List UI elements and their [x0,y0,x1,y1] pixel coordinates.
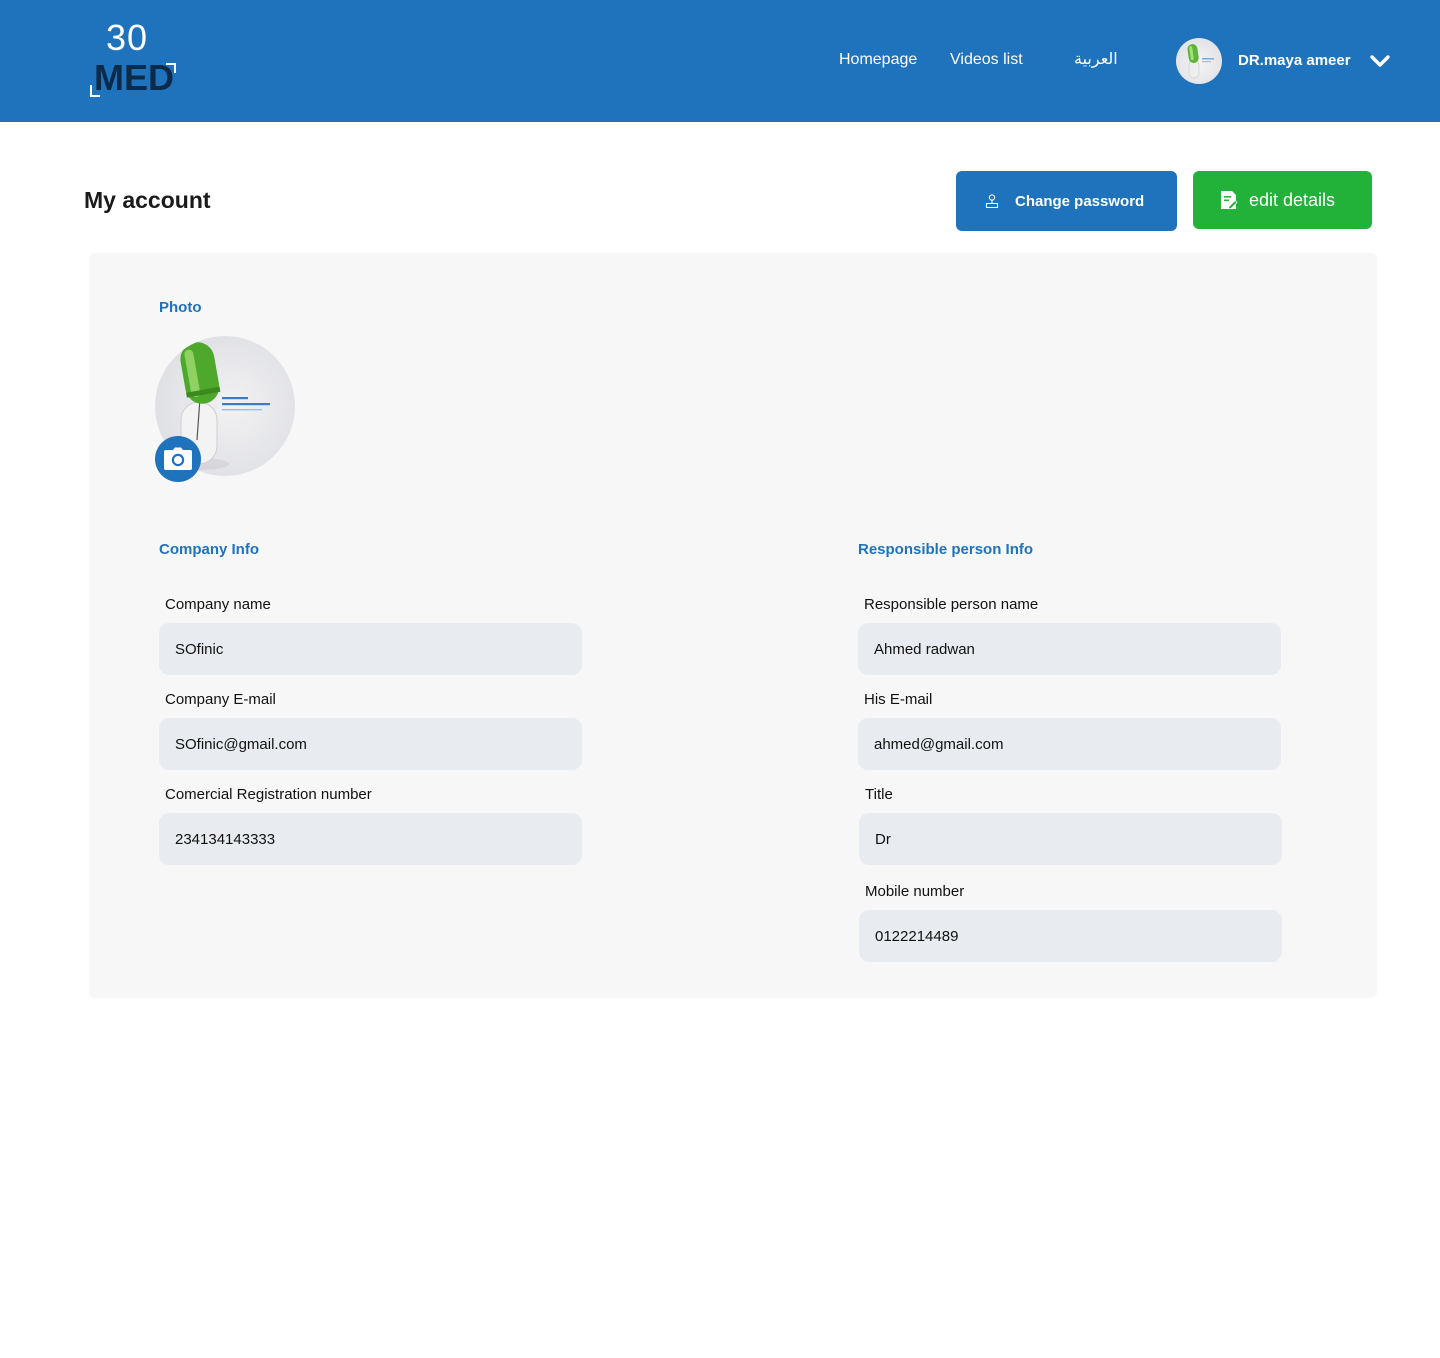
company-info-title: Company Info [159,541,259,558]
logo-number: 30 [106,17,149,58]
edit-document-icon [1221,191,1238,210]
person-name-field[interactable] [858,623,1281,675]
key-icon [985,194,999,209]
user-avatar[interactable] [1176,38,1222,84]
person-email-label: His E-mail [864,691,933,708]
mobile-number-label: Mobile number [865,883,965,900]
chevron-down-icon[interactable] [1369,50,1391,72]
nav-homepage-link[interactable]: Homepage [839,50,917,70]
user-name[interactable]: DR.maya ameer [1238,51,1351,71]
edit-details-label: edit details [1249,189,1336,210]
logo-corner-decoration [166,63,176,73]
top-navbar: 30 MED Homepage Videos list العربية DR.m… [0,0,1440,122]
capsule-image-icon [1187,44,1214,79]
mobile-number-field[interactable] [859,910,1282,962]
logo-corner-decoration [90,85,100,97]
language-switch-link[interactable]: العربية [1074,50,1118,70]
person-title-field[interactable] [859,813,1282,865]
nav-videos-list-link[interactable]: Videos list [950,50,1023,70]
page-title: My account [84,187,211,213]
person-email-field[interactable] [858,718,1281,770]
responsible-person-info-title: Responsible person Info [858,541,1034,558]
company-email-label: Company E-mail [165,691,276,708]
logo-word: MED [94,57,174,98]
registration-number-label: Comercial Registration number [165,786,372,803]
change-password-label: Change password [1015,192,1145,210]
company-name-label: Company name [165,596,271,613]
photo-section-title: Photo [159,299,202,316]
camera-icon [164,447,192,470]
company-name-field[interactable] [159,623,582,675]
company-email-field[interactable] [159,718,582,770]
person-title-label: Title [865,786,893,803]
registration-number-field[interactable] [159,813,582,865]
person-name-label: Responsible person name [864,596,1039,613]
edit-details-button[interactable]: edit details [1193,171,1372,229]
app-logo[interactable]: 30 MED [88,18,180,100]
change-photo-button[interactable] [155,436,201,482]
change-password-button[interactable]: Change password [956,171,1177,231]
